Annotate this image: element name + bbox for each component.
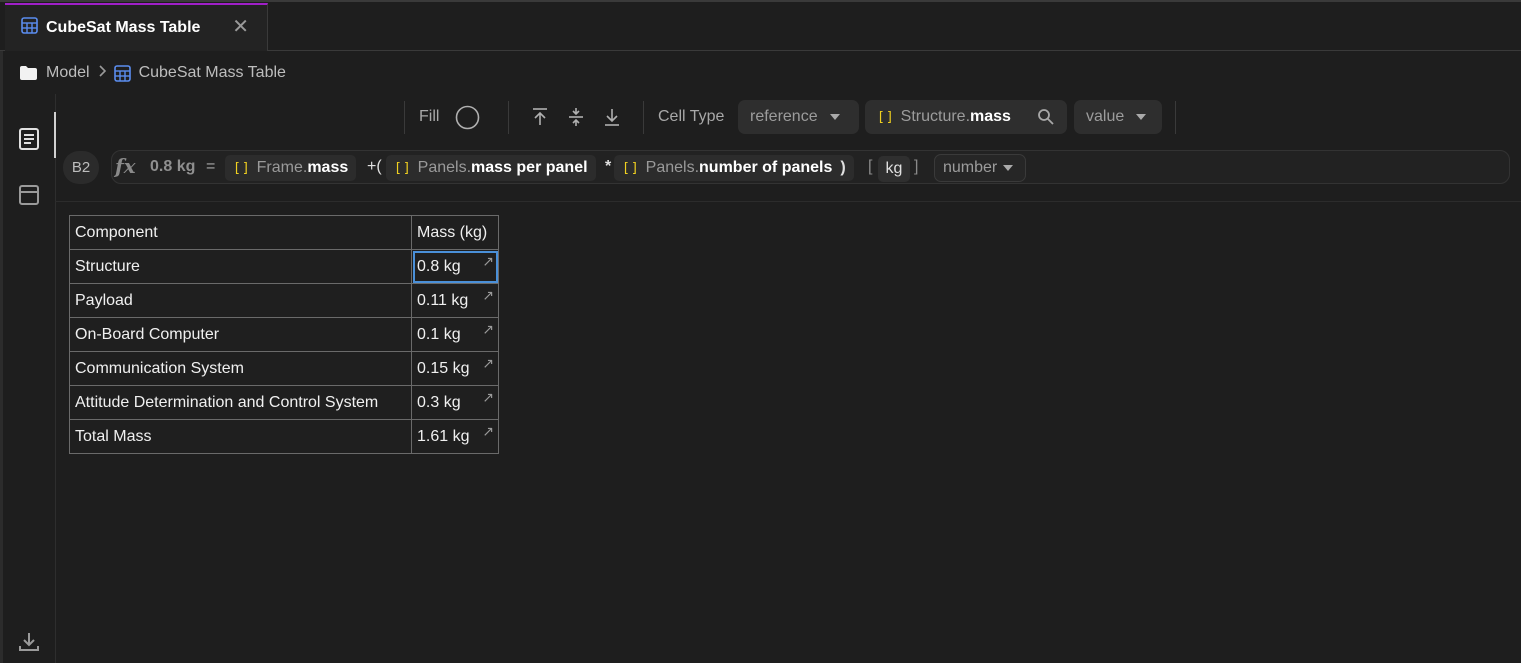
value-select-label: value	[1086, 108, 1125, 125]
reference-path: Frame.	[256, 159, 308, 176]
cell-value: 0.11 kg	[417, 291, 469, 309]
table-cell-component[interactable]: Communication System	[69, 351, 412, 386]
cell-value: 0.15 kg	[417, 359, 470, 377]
table-cell-mass[interactable]: 0.11 kg ↗	[411, 283, 499, 318]
toolbar-divider	[404, 101, 405, 134]
chevron-down-icon	[829, 114, 840, 120]
link-arrow-icon[interactable]: ↗	[482, 254, 494, 268]
reference-prop: mass	[970, 108, 1011, 125]
unit-bracket-close: ]	[914, 158, 919, 175]
table-cell-mass[interactable]: 1.61 kg ↗	[411, 419, 499, 454]
table-row: Payload 0.11 kg ↗	[69, 283, 499, 318]
tab-bar: CubeSat Mass Table ✕	[0, 0, 1521, 51]
reference-path: Panels.	[417, 159, 472, 176]
type-select[interactable]: number	[934, 154, 1026, 182]
sidebar-active-indicator	[54, 112, 56, 158]
table-header-cell[interactable]: Mass (kg)	[411, 215, 499, 250]
table-header-cell[interactable]: Component	[69, 215, 412, 250]
cell-value: 0.8 kg	[417, 257, 461, 275]
tab-cubesat-mass-table[interactable]: CubeSat Mass Table ✕	[5, 3, 268, 51]
fill-toggle-icon[interactable]	[455, 105, 480, 130]
sidebar	[3, 94, 56, 663]
toolbar-divider	[508, 101, 509, 134]
tab-title: CubeSat Mass Table	[46, 19, 201, 36]
table-cell-mass-selected[interactable]: 0.8 kg ↗	[411, 249, 499, 284]
table-row: Total Mass 1.61 kg ↗	[69, 419, 499, 454]
reference-bracket-icon: []	[394, 160, 412, 176]
cell-type-label: Cell Type	[658, 108, 725, 125]
mass-table: Component Mass (kg) Structure 0.8 kg ↗ Pa…	[69, 215, 499, 454]
table-row: On-Board Computer 0.1 kg ↗	[69, 317, 499, 352]
table-cell-component[interactable]: Attitude Determination and Control Syste…	[69, 385, 412, 420]
reference-path: Panels.	[645, 159, 700, 176]
chevron-down-icon	[1136, 114, 1147, 120]
formula-operator-times: *	[605, 158, 612, 175]
table-cell-component[interactable]: Payload	[69, 283, 412, 318]
link-arrow-icon[interactable]: ↗	[482, 322, 494, 336]
unit-bracket-open: [	[868, 158, 873, 175]
table-row: Attitude Determination and Control Syste…	[69, 385, 499, 420]
tab-bar-border	[0, 0, 1521, 2]
formula-reference-frame-mass[interactable]: [] Frame. mass	[225, 155, 357, 181]
formula-close-paren: )	[840, 159, 846, 176]
table-row: Structure 0.8 kg ↗	[69, 249, 499, 284]
cell-value: 1.61 kg	[417, 427, 470, 445]
function-icon: fx	[115, 154, 136, 178]
cell-value: 0.1 kg	[417, 325, 461, 343]
table-cell-mass[interactable]: 0.3 kg ↗	[411, 385, 499, 420]
table-cell-component[interactable]: On-Board Computer	[69, 317, 412, 352]
close-icon[interactable]: ✕	[232, 17, 249, 37]
divider	[55, 201, 1521, 202]
align-top-icon[interactable]	[530, 107, 550, 132]
table-icon	[113, 64, 131, 82]
table-icon	[21, 17, 38, 39]
cell-reference-badge: B2	[63, 151, 99, 184]
formula-result: 0.8 kg	[150, 158, 196, 175]
document-icon[interactable]	[17, 127, 41, 151]
reference-path: Structure.	[900, 108, 971, 125]
reference-picker[interactable]: [] Structure. mass	[865, 100, 1067, 134]
link-arrow-icon[interactable]: ↗	[482, 288, 494, 302]
cell-type-select[interactable]: reference	[738, 100, 859, 134]
formula-equals: =	[206, 158, 216, 175]
link-arrow-icon[interactable]: ↗	[482, 390, 494, 404]
search-icon[interactable]	[1037, 108, 1055, 131]
chevron-right-icon	[98, 64, 106, 82]
fill-label: Fill	[419, 108, 440, 125]
unit-field[interactable]: kg	[878, 156, 910, 182]
link-arrow-icon[interactable]: ↗	[482, 356, 494, 370]
folder-icon	[19, 65, 38, 81]
reference-prop: mass	[307, 159, 349, 176]
download-icon[interactable]	[17, 630, 41, 654]
toolbar-divider	[1175, 101, 1176, 134]
table-cell-component[interactable]: Total Mass	[69, 419, 412, 454]
table-cell-component[interactable]: Structure	[69, 249, 412, 284]
formula-reference-panels-mass[interactable]: [] Panels. mass per panel	[386, 155, 596, 181]
align-middle-icon[interactable]	[566, 107, 586, 132]
link-arrow-icon[interactable]: ↗	[482, 424, 494, 438]
type-select-label: number	[943, 159, 998, 176]
formula-operator-plus: +(	[367, 158, 382, 175]
reference-bracket-icon: []	[622, 160, 640, 176]
cell-value: 0.3 kg	[417, 393, 461, 411]
table-row: Communication System 0.15 kg ↗	[69, 351, 499, 386]
table-header-row: Component Mass (kg)	[69, 215, 499, 250]
reference-bracket-icon: []	[877, 109, 895, 125]
toolbar-divider	[643, 101, 644, 134]
breadcrumb: Model CubeSat Mass Table	[19, 60, 286, 86]
breadcrumb-item-model[interactable]: Model	[46, 64, 90, 82]
table-cell-mass[interactable]: 0.15 kg ↗	[411, 351, 499, 386]
breadcrumb-item-current[interactable]: CubeSat Mass Table	[139, 64, 286, 82]
panel-icon[interactable]	[17, 183, 41, 207]
reference-prop: mass per panel	[471, 159, 588, 176]
table-cell-mass[interactable]: 0.1 kg ↗	[411, 317, 499, 352]
chevron-down-icon	[1003, 165, 1014, 171]
formula-reference-panels-count[interactable]: [] Panels. number of panels )	[614, 155, 854, 181]
align-bottom-icon[interactable]	[602, 107, 622, 132]
value-select[interactable]: value	[1074, 100, 1162, 134]
reference-bracket-icon: []	[233, 160, 251, 176]
reference-prop: number of panels	[699, 159, 833, 176]
cell-type-value: reference	[750, 108, 818, 125]
